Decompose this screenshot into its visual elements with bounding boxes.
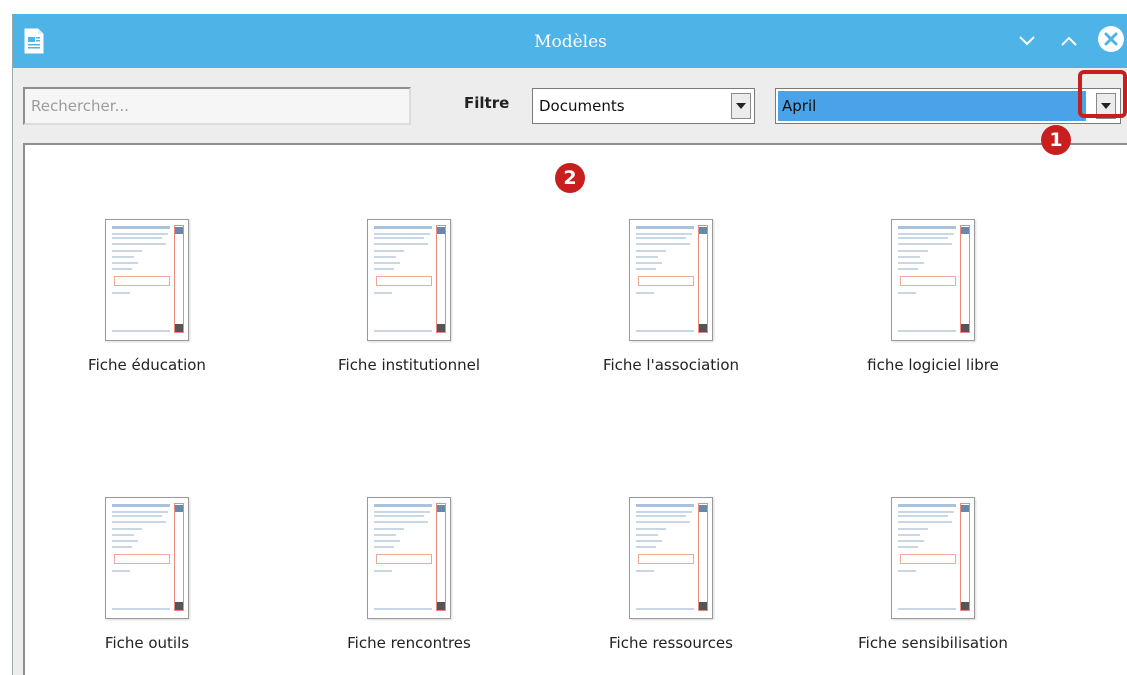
template-item[interactable]: Fiche outils bbox=[25, 497, 249, 675]
chevron-up-icon bbox=[1060, 32, 1078, 51]
template-view[interactable]: Fiche éducation Fiche institutionnel Fic… bbox=[23, 143, 1127, 675]
search-input[interactable] bbox=[23, 87, 411, 125]
template-item[interactable]: fiche logiciel libre bbox=[811, 219, 1035, 399]
template-thumbnail bbox=[367, 219, 451, 341]
template-label: Fiche outils bbox=[104, 634, 190, 652]
dialog-title: Modèles bbox=[534, 32, 607, 52]
title-bar[interactable]: Modèles bbox=[13, 14, 1127, 68]
template-item[interactable]: Fiche sensibilisation bbox=[811, 497, 1035, 675]
template-label: Fiche l'association bbox=[602, 356, 740, 374]
template-item[interactable]: Fiche l'association bbox=[549, 219, 773, 399]
template-thumbnail bbox=[629, 219, 713, 341]
filter-select-value: Documents bbox=[539, 97, 625, 115]
template-item[interactable]: Fiche institutionnel bbox=[287, 219, 511, 399]
category-select[interactable]: April bbox=[775, 88, 1121, 124]
category-select-value: April bbox=[782, 97, 817, 115]
template-label: Fiche ressources bbox=[609, 634, 733, 652]
template-label: fiche logiciel libre bbox=[867, 356, 999, 374]
category-selection-highlight: April bbox=[778, 91, 1086, 121]
maximize-button[interactable] bbox=[1055, 27, 1083, 55]
filter-label: Filtre bbox=[464, 94, 510, 112]
template-label: Fiche institutionnel bbox=[337, 356, 481, 374]
template-label: Fiche rencontres bbox=[347, 634, 471, 652]
close-button[interactable] bbox=[1097, 25, 1125, 57]
template-label: Fiche éducation bbox=[88, 356, 206, 374]
caret-down-icon bbox=[736, 103, 746, 109]
template-item[interactable]: Fiche ressources bbox=[549, 497, 773, 675]
close-circle-icon bbox=[1097, 25, 1125, 57]
template-thumbnail bbox=[891, 497, 975, 619]
template-thumbnail bbox=[367, 497, 451, 619]
dropdown-highlight-box bbox=[1078, 70, 1127, 118]
filter-select[interactable]: Documents bbox=[532, 88, 755, 124]
annotation-badge-1: 1 bbox=[1041, 125, 1071, 155]
chevron-down-icon bbox=[1018, 32, 1036, 51]
template-label: Fiche sensibilisation bbox=[858, 634, 1008, 652]
templates-dialog: Modèles Filtre Documents bbox=[12, 14, 1127, 675]
template-thumbnail bbox=[891, 219, 975, 341]
minimize-button[interactable] bbox=[1013, 27, 1041, 55]
template-thumbnail bbox=[105, 497, 189, 619]
template-item[interactable]: Fiche rencontres bbox=[287, 497, 511, 675]
annotation-badge-2: 2 bbox=[555, 163, 585, 193]
filter-dropdown-button[interactable] bbox=[731, 93, 751, 119]
template-thumbnail bbox=[629, 497, 713, 619]
template-thumbnail bbox=[105, 219, 189, 341]
template-item[interactable]: Fiche éducation bbox=[25, 219, 249, 399]
